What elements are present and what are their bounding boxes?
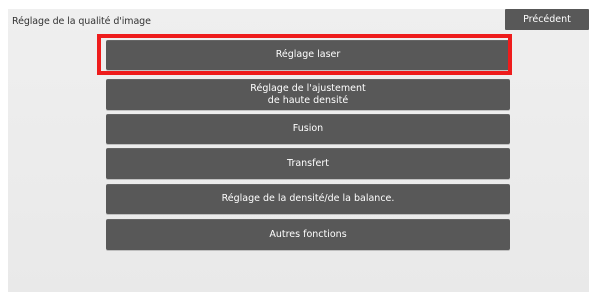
density-balance-label: Réglage de la densité/de la balance. [221,193,395,204]
density-balance-button[interactable]: Réglage de la densité/de la balance. [106,184,510,214]
high-density-adjustment-label: Réglage de l'ajustement de haute densité [250,83,365,107]
other-functions-label: Autres fonctions [269,228,347,240]
high-density-adjustment-label-line2: de haute densité [267,94,349,106]
selection-highlight [97,34,512,75]
screen-title: Réglage de la qualité d'image [12,16,151,27]
transfer-label: Transfert [287,157,329,169]
high-density-adjustment-label-line1: Réglage de l'ajustement [250,82,366,94]
other-functions-button[interactable]: Autres fonctions [106,219,510,250]
transfer-button[interactable]: Transfert [106,148,510,179]
fusion-button[interactable]: Fusion [106,114,510,144]
screen: Réglage de la qualité d'image Précédent … [0,0,589,304]
fusion-label: Fusion [292,123,324,134]
high-density-adjustment-button[interactable]: Réglage de l'ajustement de haute densité [106,79,510,110]
back-button[interactable]: Précédent [505,9,589,30]
